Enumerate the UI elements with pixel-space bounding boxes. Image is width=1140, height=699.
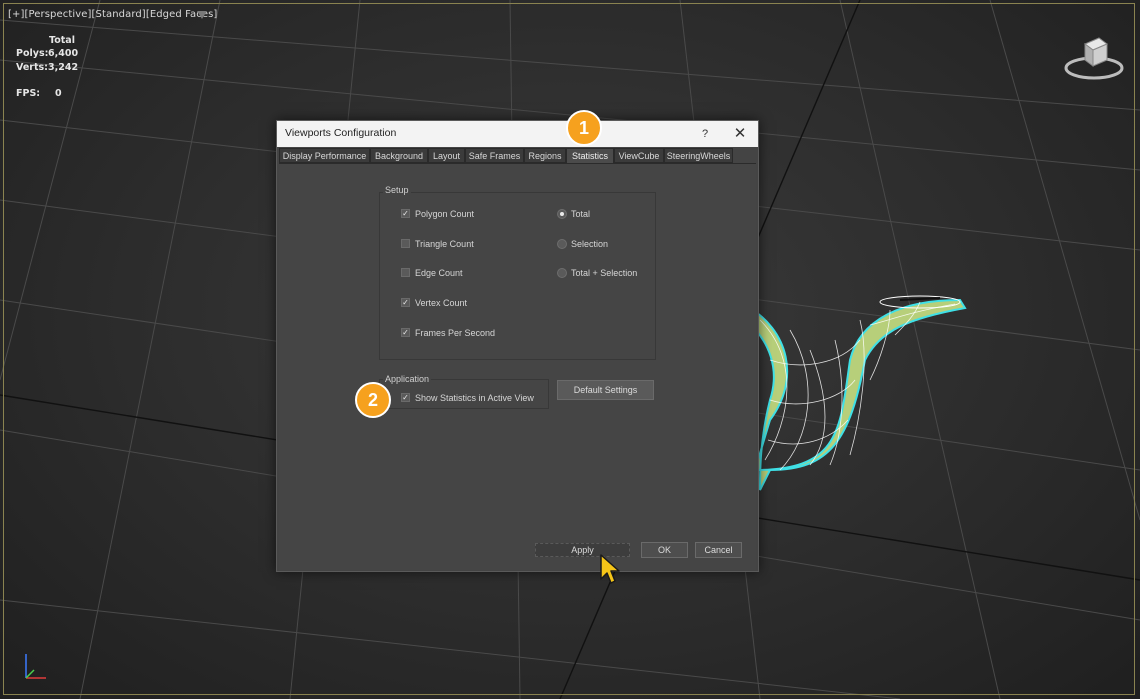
stats-header: Total (49, 35, 75, 46)
tab-layout[interactable]: Layout (428, 148, 465, 163)
total-radio[interactable] (557, 209, 567, 219)
selection-radio-label: Selection (571, 239, 609, 249)
tab-regions[interactable]: Regions (524, 148, 566, 163)
total-plus-selection-radio[interactable] (557, 268, 567, 278)
callout-badge-2: 2 (355, 382, 391, 418)
vertex-count-label: Vertex Count (415, 298, 468, 308)
vertex-count-checkbox[interactable]: ✓ (401, 298, 410, 307)
frames-per-second-label: Frames Per Second (415, 328, 496, 338)
dialog-title: Viewports Configuration (285, 127, 397, 139)
viewport-label-menu[interactable]: [+][Perspective][Standard][Edged Faces] (8, 9, 217, 20)
viewports-configuration-dialog: Viewports Configuration ? ✕ Display Perf… (276, 120, 759, 572)
default-settings-button[interactable]: Default Settings (557, 380, 654, 400)
tube-mesh[interactable] (744, 295, 967, 491)
show-statistics-checkbox[interactable]: ✓ (401, 393, 410, 402)
total-radio-label: Total (571, 209, 591, 219)
total-plus-selection-radio-label: Total + Selection (571, 268, 638, 278)
mouse-cursor-icon (600, 554, 620, 584)
tab-safe-frames[interactable]: Safe Frames (465, 148, 524, 163)
viewcube-icon[interactable] (1063, 32, 1125, 82)
stats-polys: Polys:6,400 (16, 48, 79, 59)
viewport-pov-menu[interactable]: [Perspective] (24, 9, 91, 20)
help-button[interactable]: ? (696, 124, 714, 144)
triangle-count-label: Triangle Count (415, 239, 474, 249)
stats-verts: Verts:3,242 (16, 62, 79, 73)
edge-count-checkbox[interactable] (401, 268, 410, 277)
tab-background[interactable]: Background (370, 148, 428, 163)
frames-per-second-checkbox[interactable]: ✓ (401, 328, 410, 337)
polygon-count-checkbox[interactable]: ✓ (401, 209, 410, 218)
statistics-tab-panel: Setup ✓ Polygon Count Triangle Count Edg… (279, 163, 756, 570)
viewport-shading-quality-menu[interactable]: [Standard] (92, 9, 146, 20)
triangle-count-checkbox[interactable] (401, 239, 410, 248)
callout-badge-1: 1 (566, 110, 602, 146)
tab-display-performance[interactable]: Display Performance (279, 148, 370, 163)
show-statistics-label: Show Statistics in Active View (415, 393, 534, 403)
tab-statistics[interactable]: Statistics (566, 148, 614, 164)
filter-icon[interactable] (197, 11, 207, 19)
edge-count-label: Edge Count (415, 268, 463, 278)
cancel-button[interactable]: Cancel (695, 542, 742, 558)
polygon-count-label: Polygon Count (415, 209, 475, 219)
tab-viewcube[interactable]: ViewCube (614, 148, 664, 163)
setup-group-label: Setup (383, 185, 411, 195)
stats-fps: FPS: 0 (16, 88, 62, 99)
dialog-titlebar[interactable]: Viewports Configuration ? ✕ (277, 121, 758, 147)
viewport-plus-menu[interactable]: [+] (8, 9, 24, 20)
selection-radio[interactable] (557, 239, 567, 249)
application-group-label: Application (383, 374, 432, 384)
ok-button[interactable]: OK (641, 542, 688, 558)
tab-steeringwheels[interactable]: SteeringWheels (664, 148, 733, 163)
close-button[interactable]: ✕ (730, 124, 750, 144)
axis-tripod-icon (25, 654, 46, 679)
